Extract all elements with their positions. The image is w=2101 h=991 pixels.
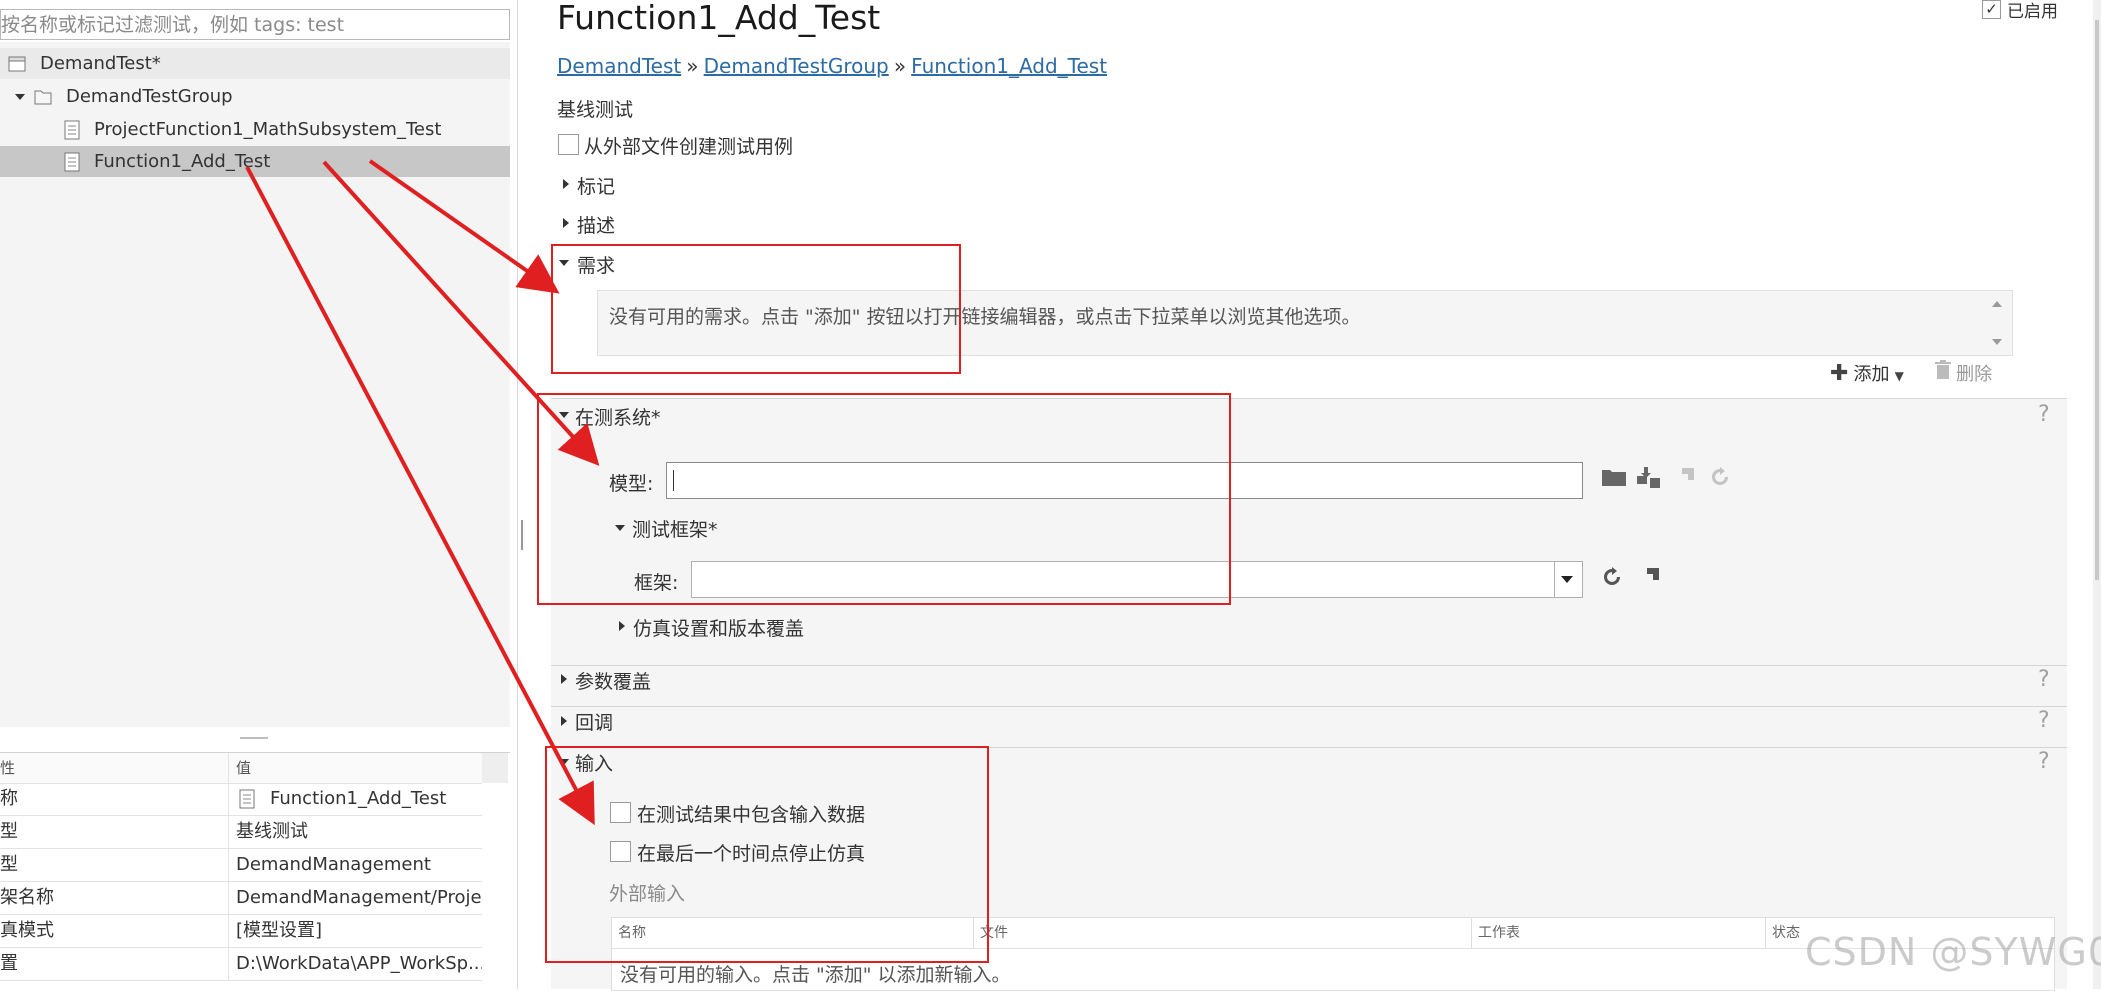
annotation-arrow-requirements bbox=[368, 159, 560, 294]
annotation-arrow-system-under-test bbox=[322, 160, 600, 466]
watermark: CSDN @SYWG0 bbox=[1805, 930, 2101, 974]
annotation-arrows bbox=[245, 159, 600, 826]
